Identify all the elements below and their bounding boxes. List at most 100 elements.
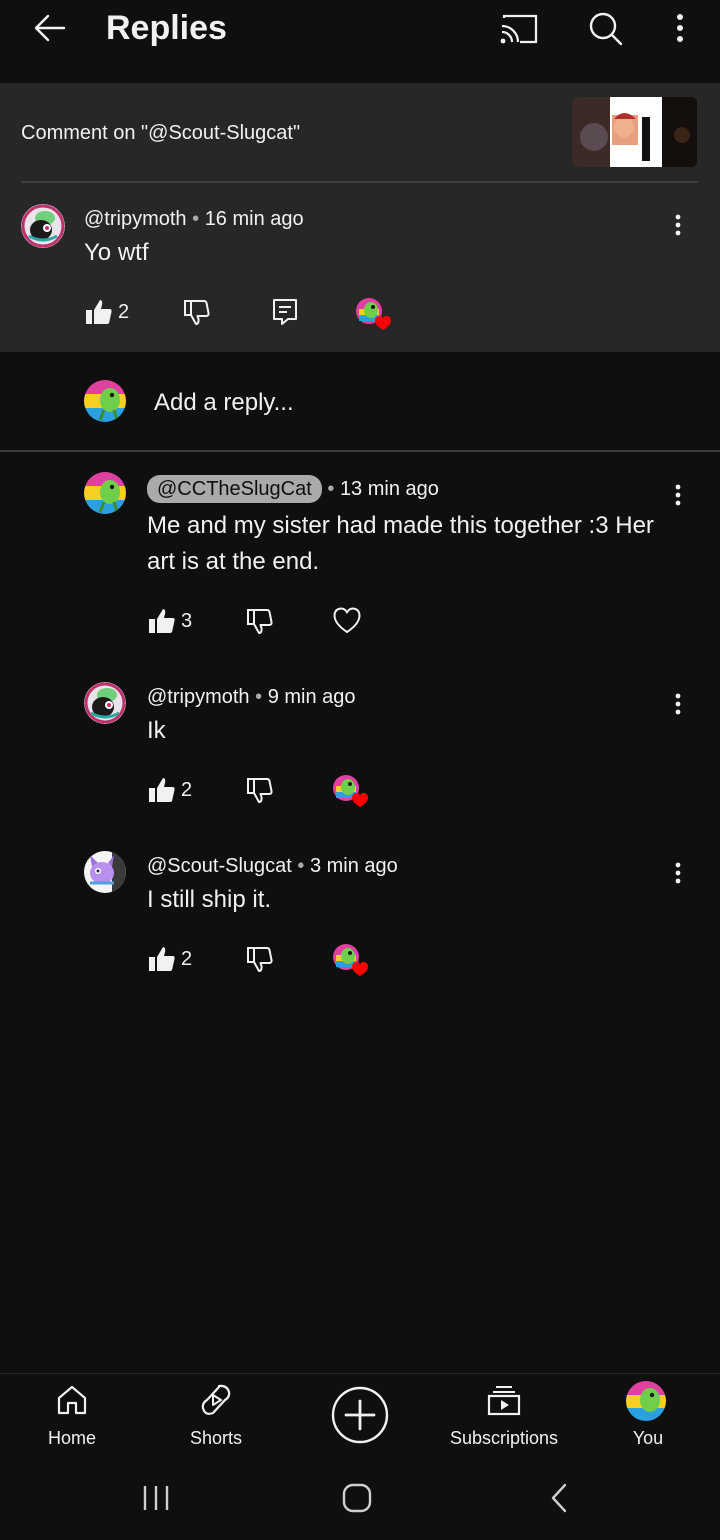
page-title: Replies bbox=[106, 9, 227, 47]
video-thumbnail-art bbox=[572, 97, 697, 167]
creator-heart-icon bbox=[333, 944, 368, 976]
back-button[interactable] bbox=[28, 8, 72, 48]
thumbs-up-filled-icon bbox=[149, 947, 175, 971]
comment-meta: @tripymoth • 16 min ago bbox=[84, 206, 304, 232]
thumbs-up-filled-icon bbox=[149, 609, 175, 633]
like-count: 2 bbox=[181, 948, 193, 970]
thumbs-down-outline-icon bbox=[247, 778, 273, 803]
reply-options-button[interactable] bbox=[668, 480, 688, 510]
commenter-avatar[interactable] bbox=[21, 204, 65, 248]
plus-circle-icon bbox=[331, 1386, 389, 1444]
thumbs-down-outline-icon bbox=[184, 300, 210, 325]
nav-subscriptions-label: Subscriptions bbox=[449, 1428, 559, 1448]
video-thumbnail[interactable] bbox=[572, 97, 697, 167]
comment-context-label: Comment on "@Scout-Slugcat" bbox=[21, 122, 301, 144]
arrow-left-icon bbox=[34, 14, 66, 42]
nav-subscriptions[interactable]: Subscriptions bbox=[439, 1373, 569, 1463]
reply-text: I still ship it. bbox=[147, 886, 272, 913]
cast-button[interactable] bbox=[498, 10, 540, 46]
comment-reply-icon bbox=[273, 299, 297, 325]
comment-time: 16 min ago bbox=[204, 208, 304, 230]
cast-icon bbox=[500, 14, 538, 44]
more-options-button[interactable] bbox=[664, 8, 696, 48]
nav-you-label: You bbox=[632, 1428, 664, 1448]
more-vertical-icon bbox=[675, 214, 681, 236]
reply-avatar[interactable] bbox=[84, 682, 126, 724]
reply-text: Me and my sister had made this together … bbox=[147, 512, 654, 575]
reply-avatar[interactable] bbox=[84, 851, 126, 893]
reply-time: 3 min ago bbox=[309, 855, 398, 877]
recent-apps-button[interactable] bbox=[138, 1482, 174, 1514]
like-button[interactable] bbox=[147, 775, 177, 805]
thumbs-up-filled-icon bbox=[149, 778, 175, 802]
creator-heart-badge bbox=[355, 297, 391, 330]
panel-divider bbox=[21, 181, 698, 183]
slugcat-avatar-art bbox=[84, 472, 126, 514]
dislike-button[interactable] bbox=[245, 944, 275, 974]
creator-heart-icon bbox=[356, 298, 391, 330]
comment-text: Yo wtf bbox=[84, 239, 149, 266]
reply-time: 9 min ago bbox=[267, 686, 356, 708]
system-back-button[interactable] bbox=[544, 1482, 574, 1514]
thumbs-down-outline-icon bbox=[247, 609, 273, 634]
shorts-icon bbox=[201, 1384, 231, 1415]
current-user-avatar bbox=[84, 380, 126, 422]
more-vertical-icon bbox=[675, 484, 681, 506]
slugcat-avatar-art bbox=[84, 380, 126, 422]
chevron-left-icon bbox=[551, 1483, 567, 1513]
meta-separator: • bbox=[255, 686, 268, 708]
thumbs-up-filled-icon bbox=[86, 300, 112, 324]
comment-author[interactable]: @tripymoth bbox=[84, 208, 187, 230]
nav-shorts-label: Shorts bbox=[189, 1428, 243, 1448]
like-count: 2 bbox=[118, 301, 130, 323]
scout-avatar-art bbox=[84, 851, 126, 893]
reply-options-button[interactable] bbox=[668, 858, 688, 888]
search-icon bbox=[589, 12, 623, 46]
heart-outline-icon bbox=[333, 607, 361, 633]
home-square-icon bbox=[342, 1483, 372, 1513]
creator-heart-badge bbox=[332, 774, 368, 807]
more-vertical-icon bbox=[677, 14, 683, 42]
reply-text: Ik bbox=[147, 717, 166, 744]
reply-author[interactable]: @tripymoth bbox=[147, 686, 250, 708]
reply-meta: @Scout-Slugcat • 3 min ago bbox=[147, 853, 398, 879]
moth-avatar-art bbox=[84, 682, 126, 724]
more-vertical-icon bbox=[675, 862, 681, 884]
reply-author-creator[interactable]: @CCTheSlugCat bbox=[147, 475, 322, 503]
reply-avatar[interactable] bbox=[84, 472, 126, 514]
subscriptions-icon bbox=[487, 1386, 521, 1416]
reply-button[interactable] bbox=[270, 297, 300, 327]
meta-separator: • bbox=[297, 855, 310, 877]
dislike-button[interactable] bbox=[182, 297, 212, 327]
thumbs-down-outline-icon bbox=[247, 947, 273, 972]
creator-heart-icon bbox=[333, 775, 368, 807]
moth-avatar-art bbox=[21, 204, 65, 248]
meta-separator: • bbox=[192, 208, 205, 230]
like-count: 3 bbox=[181, 610, 193, 632]
creator-heart-badge bbox=[332, 943, 368, 976]
reply-time: 13 min ago bbox=[339, 478, 439, 500]
add-reply-input[interactable]: Add a reply... bbox=[154, 388, 294, 418]
recent-apps-icon bbox=[143, 1486, 169, 1510]
nav-shorts[interactable]: Shorts bbox=[151, 1373, 281, 1463]
replies-divider bbox=[0, 450, 720, 452]
reply-author[interactable]: @Scout-Slugcat bbox=[147, 855, 292, 877]
heart-button[interactable] bbox=[332, 605, 362, 635]
reply-meta: @CCTheSlugCat • 13 min ago bbox=[147, 475, 439, 503]
dislike-button[interactable] bbox=[245, 775, 275, 805]
nav-you[interactable]: You bbox=[583, 1373, 713, 1463]
like-button[interactable] bbox=[147, 606, 177, 636]
dislike-button[interactable] bbox=[245, 606, 275, 636]
home-icon bbox=[57, 1385, 87, 1415]
like-button[interactable] bbox=[147, 944, 177, 974]
comment-options-button[interactable] bbox=[668, 210, 688, 240]
meta-separator: • bbox=[327, 478, 340, 500]
create-button[interactable] bbox=[330, 1385, 390, 1445]
like-button[interactable] bbox=[84, 297, 114, 327]
search-button[interactable] bbox=[584, 8, 626, 48]
like-count: 2 bbox=[181, 779, 193, 801]
nav-home[interactable]: Home bbox=[7, 1373, 137, 1463]
home-system-button[interactable] bbox=[340, 1482, 374, 1514]
reply-options-button[interactable] bbox=[668, 689, 688, 719]
more-vertical-icon bbox=[675, 693, 681, 715]
